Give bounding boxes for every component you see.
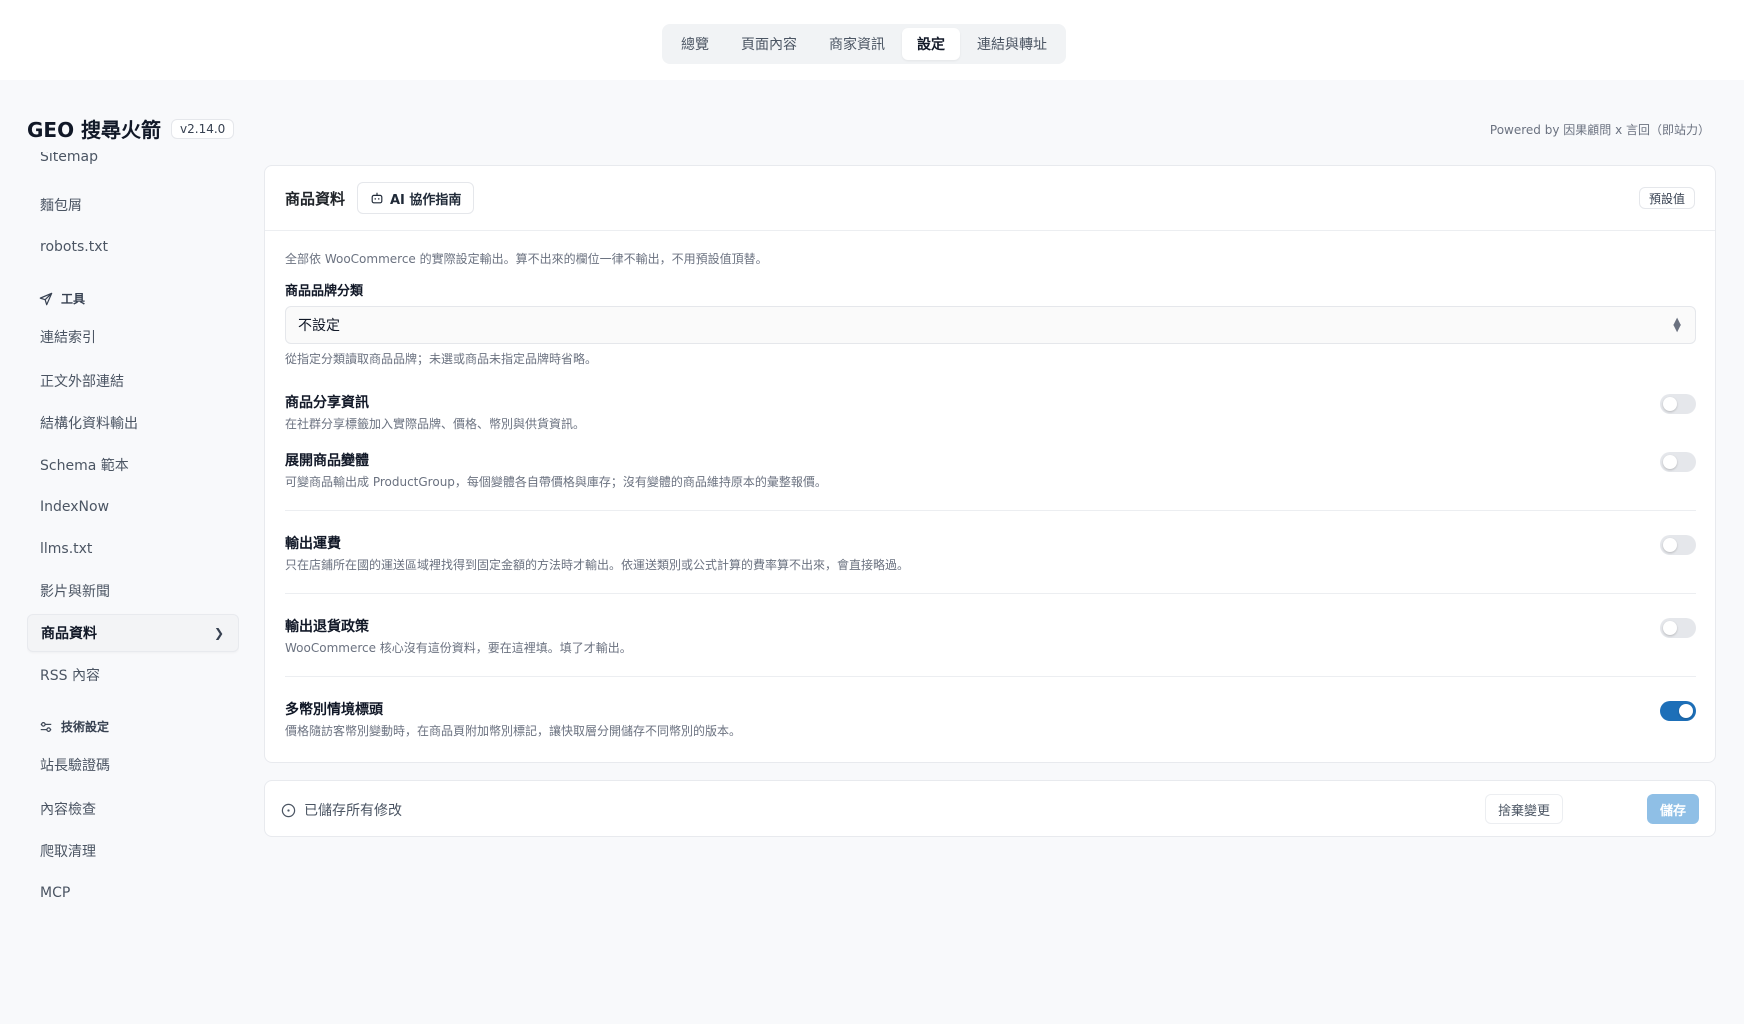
sidebar-item-breadcrumb[interactable]: 麵包屑 — [27, 186, 239, 224]
brand-taxonomy-select[interactable]: 不設定 ▲ ▼ — [285, 306, 1696, 344]
app-header: GEO 搜尋火箭 v2.14.0 — [27, 114, 235, 143]
chevron-right-icon: ❯ — [213, 626, 224, 640]
tab-overview[interactable]: 總覽 — [666, 28, 724, 60]
panel-intro: 全部依 WooCommerce 的實際設定輸出。算不出來的欄位一律不輸出，不用預… — [285, 252, 768, 266]
toggle-knob — [1663, 538, 1677, 552]
toggle-shipping[interactable] — [1660, 535, 1696, 555]
setting-row-return-policy: 輸出退貨政策 WooCommerce 核心沒有這份資料，要在這裡填。填了才輸出。 — [285, 616, 1696, 656]
toggle-knob — [1663, 621, 1677, 635]
setting-title: 輸出運費 — [285, 536, 341, 552]
save-status: 已儲存所有修改 — [281, 800, 402, 820]
top-tabs: 總覽 頁面內容 商家資訊 設定 連結與轉址 — [662, 24, 1066, 64]
sidebar-item-link-index[interactable]: 連結索引 — [27, 318, 239, 356]
setting-row-variants: 展開商品變體 可變商品輸出成 ProductGroup，每個變體各自帶價格與庫存… — [285, 450, 1696, 490]
sidebar-item-product-data[interactable]: 商品資料 ❯ — [27, 614, 239, 652]
chevron-up-down-icon: ▲ ▼ — [1673, 316, 1681, 334]
setting-title: 商品分享資訊 — [285, 395, 369, 411]
sidebar: Sitemap 麵包屑 robots.txt 工具 連結索引 正文外部連結 結構… — [27, 152, 239, 920]
save-status-text: 已儲存所有修改 — [304, 803, 402, 819]
setting-title: 輸出退貨政策 — [285, 619, 369, 635]
toggle-variants[interactable] — [1660, 452, 1696, 472]
ai-guide-button[interactable]: AI 協作指南 — [357, 182, 475, 214]
setting-description: WooCommerce 核心沒有這份資料，要在這裡填。填了才輸出。 — [285, 641, 632, 655]
setting-row-shipping: 輸出運費 只在店鋪所在國的運送區域裡找得到固定金額的方法時才輸出。依運送類別或公… — [285, 533, 1696, 573]
toggle-knob — [1663, 455, 1677, 469]
sidebar-item-sitemap[interactable]: Sitemap — [27, 152, 239, 176]
save-bar: 已儲存所有修改 捨棄變更 儲存 — [264, 780, 1716, 837]
setting-description: 價格隨訪客幣別變動時，在商品頁附加幣別標記，讓快取層分開儲存不同幣別的版本。 — [285, 724, 742, 738]
sidebar-item-structured-data[interactable]: 結構化資料輸出 — [27, 404, 239, 442]
brand-taxonomy-help: 從指定分類讀取商品品牌；未選或商品未指定品牌時省略。 — [285, 352, 598, 366]
sidebar-item-rss[interactable]: RSS 內容 — [27, 656, 239, 694]
top-nav-bar: 總覽 頁面內容 商家資訊 設定 連結與轉址 — [0, 0, 1744, 80]
sidebar-item-indexnow[interactable]: IndexNow — [27, 488, 239, 526]
sliders-icon — [40, 721, 52, 732]
tab-settings[interactable]: 設定 — [902, 28, 960, 60]
sidebar-section-label: 工具 — [61, 292, 86, 306]
toggle-multicurrency[interactable] — [1660, 701, 1696, 721]
setting-description: 在社群分享標籤加入實際品牌、價格、幣別與供貨資訊。 — [285, 417, 586, 431]
sidebar-item-video-news[interactable]: 影片與新聞 — [27, 572, 239, 610]
sidebar-item-external-links[interactable]: 正文外部連結 — [27, 362, 239, 400]
sidebar-item-llms-txt[interactable]: llms.txt — [27, 530, 239, 568]
sidebar-item-schema-templates[interactable]: Schema 範本 — [27, 446, 239, 484]
sidebar-section-label: 技術設定 — [61, 720, 110, 734]
setting-title: 多幣別情境標頭 — [285, 702, 383, 718]
divider — [285, 676, 1696, 677]
divider — [285, 593, 1696, 594]
version-badge: v2.14.0 — [171, 118, 235, 139]
app-name: GEO 搜尋火箭 — [27, 118, 162, 142]
ai-guide-label: AI 協作指南 — [390, 192, 462, 208]
panel-header: 商品資料 AI 協作指南 預設值 — [265, 166, 1715, 231]
setting-title: 展開商品變體 — [285, 453, 369, 469]
sidebar-item-crawl-cleanup[interactable]: 爬取清理 — [27, 832, 239, 870]
sidebar-section-tech: 技術設定 — [39, 718, 109, 735]
toggle-return-policy[interactable] — [1660, 618, 1696, 638]
divider — [285, 510, 1696, 511]
toggle-share-info[interactable] — [1660, 394, 1696, 414]
powered-by-text: Powered by 因果顧問 x 言回（即站力） — [1489, 123, 1710, 137]
send-icon — [39, 292, 53, 305]
discard-changes-button[interactable]: 捨棄變更 — [1484, 794, 1563, 824]
robot-icon — [371, 192, 383, 204]
setting-description: 只在店鋪所在國的運送區域裡找得到固定金額的方法時才輸出。依運送類別或公式計算的費… — [285, 558, 910, 572]
setting-row-share-info: 商品分享資訊 在社群分享標籤加入實際品牌、價格、幣別與供貨資訊。 — [285, 392, 1696, 432]
sidebar-item-content-check[interactable]: 內容檢查 — [27, 790, 239, 828]
tab-business-info[interactable]: 商家資訊 — [814, 28, 900, 60]
info-circle-icon — [281, 803, 296, 817]
default-values-button[interactable]: 預設值 — [1638, 187, 1695, 209]
panel-title: 商品資料 — [285, 190, 346, 208]
sidebar-item-verification[interactable]: 站長驗證碼 — [27, 746, 239, 784]
toggle-knob — [1663, 397, 1677, 411]
sidebar-item-robots[interactable]: robots.txt — [27, 228, 239, 266]
product-data-panel: 商品資料 AI 協作指南 預設值 全部依 WooCommerce 的實際設定輸出… — [264, 165, 1716, 763]
sidebar-section-tools: 工具 — [39, 290, 85, 307]
sidebar-item-label: 商品資料 — [41, 626, 97, 642]
toggle-knob — [1679, 704, 1693, 718]
setting-description: 可變商品輸出成 ProductGroup，每個變體各自帶價格與庫存；沒有變體的商… — [285, 475, 827, 489]
save-button[interactable]: 儲存 — [1647, 794, 1699, 824]
tab-page-content[interactable]: 頁面內容 — [726, 28, 812, 60]
select-value: 不設定 — [298, 318, 340, 334]
sidebar-item-mcp[interactable]: MCP — [27, 874, 239, 912]
tab-links-redirects[interactable]: 連結與轉址 — [962, 28, 1062, 60]
brand-taxonomy-label: 商品品牌分類 — [285, 284, 364, 299]
setting-row-multicurrency: 多幣別情境標頭 價格隨訪客幣別變動時，在商品頁附加幣別標記，讓快取層分開儲存不同… — [285, 699, 1696, 739]
